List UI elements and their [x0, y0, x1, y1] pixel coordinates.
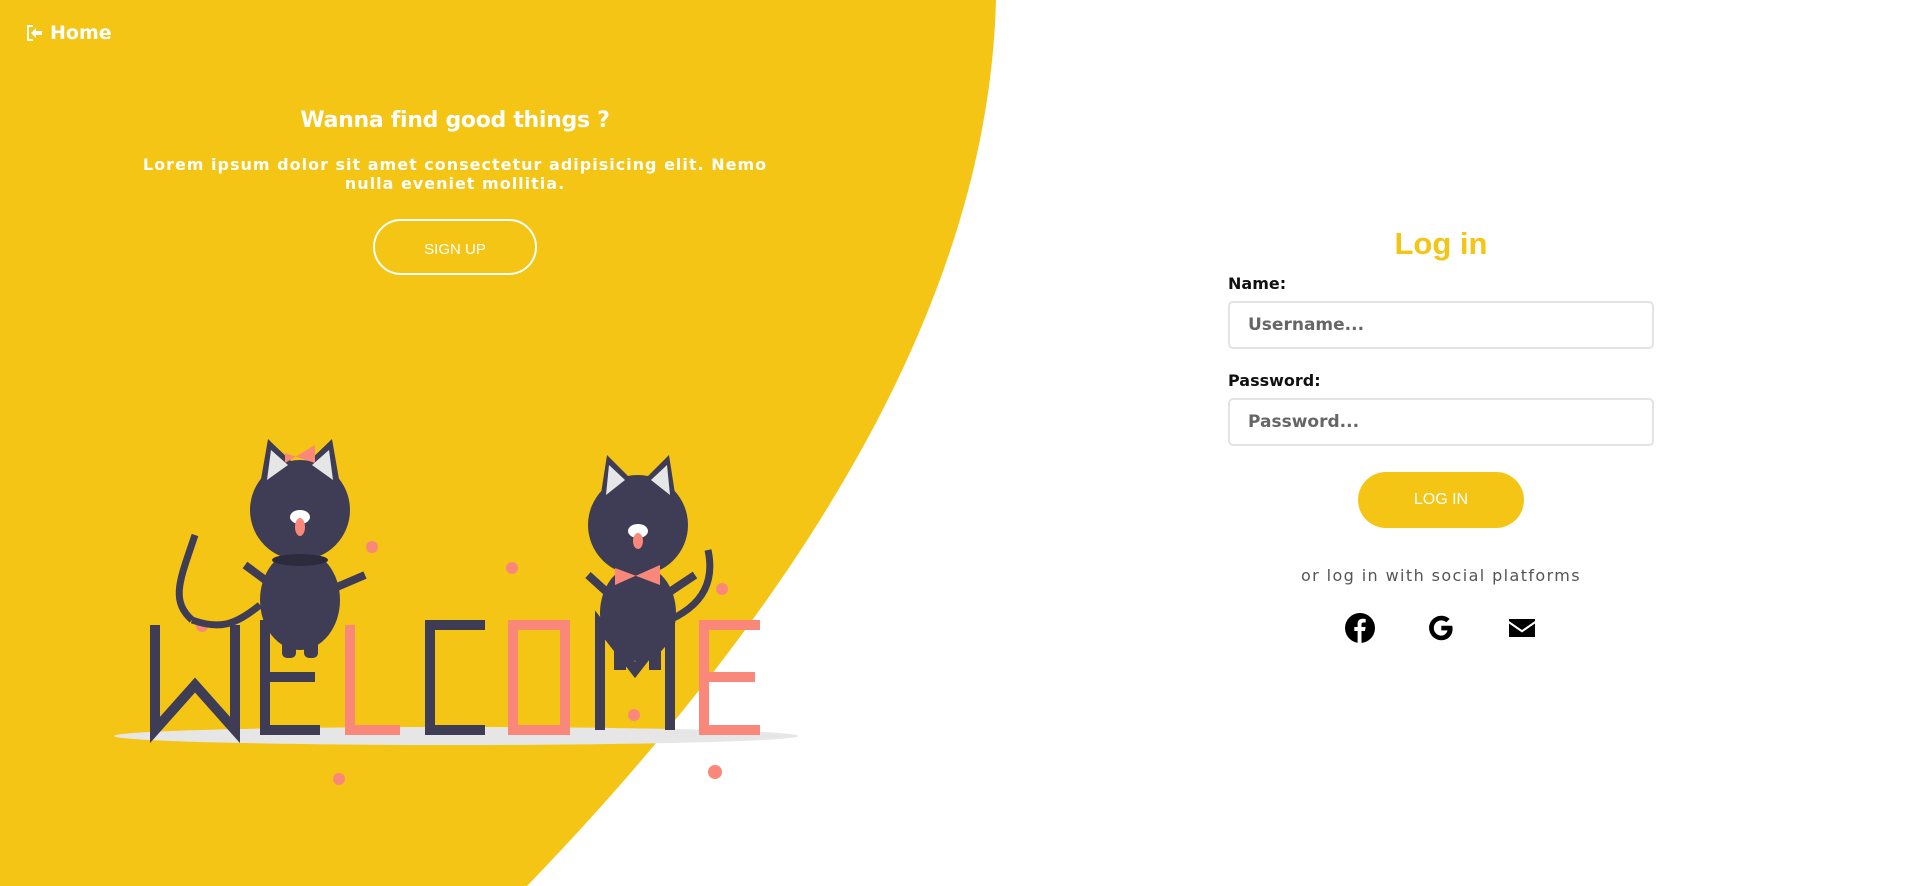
envelope-icon[interactable] — [1506, 611, 1539, 644]
promo-description: Lorem ipsum dolor sit amet consectetur a… — [142, 155, 768, 193]
password-input[interactable] — [1228, 398, 1654, 446]
login-form: Log in Name: Password: LOG IN or log in … — [1228, 226, 1654, 644]
google-icon[interactable] — [1425, 611, 1458, 644]
home-label: Home — [50, 22, 112, 44]
cat-left — [175, 439, 367, 658]
left-panel: Wanna find good things ? Lorem ipsum dol… — [90, 108, 820, 275]
letter-e2 — [699, 620, 760, 735]
cat-right — [585, 455, 714, 670]
sign-out-icon — [27, 25, 42, 41]
name-label: Name: — [1228, 274, 1287, 293]
social-login-text: or log in with social platforms — [1300, 566, 1582, 585]
social-login-icons — [1228, 611, 1654, 644]
welcome-cats-illustration — [114, 439, 798, 785]
username-input[interactable] — [1228, 301, 1654, 349]
letter-o — [508, 620, 570, 735]
signup-button[interactable]: SIGN UP — [373, 219, 537, 275]
login-button[interactable]: LOG IN — [1358, 472, 1524, 528]
letter-w — [150, 625, 240, 744]
facebook-icon[interactable] — [1344, 611, 1377, 644]
home-link[interactable]: Home — [24, 22, 112, 44]
letter-l — [345, 625, 400, 735]
promo-title: Wanna find good things ? — [300, 108, 610, 133]
letter-c — [425, 620, 485, 735]
password-label: Password: — [1228, 371, 1321, 390]
login-title: Log in — [1394, 226, 1488, 261]
